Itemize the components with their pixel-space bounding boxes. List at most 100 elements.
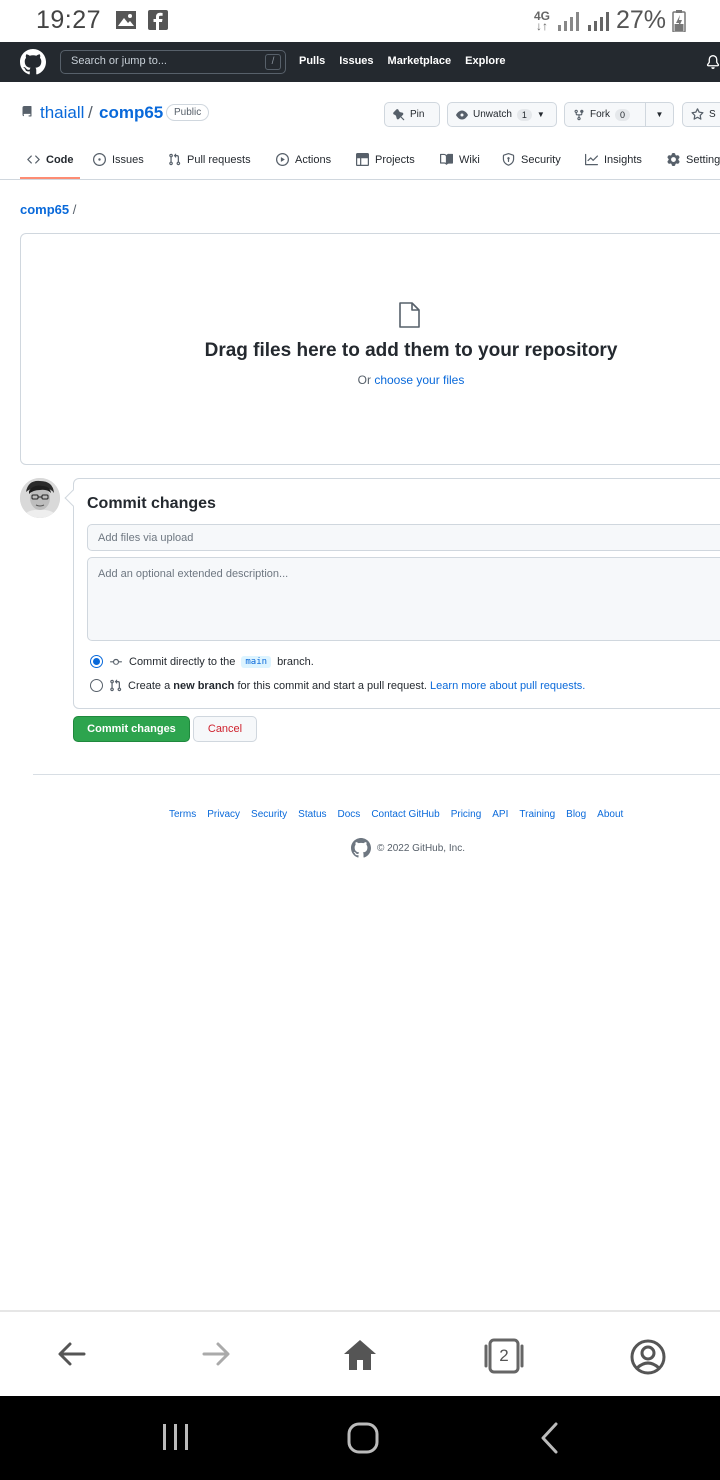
battery-percent: 27% [615,6,666,34]
pin-label: Pin [410,109,425,120]
repo-name-link[interactable]: comp65 [99,103,163,123]
recent-apps-icon[interactable] [160,1422,192,1452]
home-icon[interactable] [342,1338,378,1372]
footer-link-training[interactable]: Training [519,809,555,820]
file-icon [399,302,420,328]
tab-issues[interactable]: Issues [93,153,144,166]
github-header: Search or jump to... / Pulls Issues Mark… [0,42,720,82]
commit-direct-option[interactable]: Commit directly to the main branch. [90,655,314,668]
star-button[interactable]: S [682,102,720,127]
tab-label: Issues [112,153,144,166]
footer-divider [33,774,720,775]
branch-name: main [241,655,272,668]
shield-icon [502,153,515,166]
repo-tabs: Code Issues Pull requests Actions Projec… [0,142,720,180]
pull-request-icon [110,679,122,692]
commit-summary-input[interactable]: Add files via upload [87,524,720,551]
active-tab-indicator [20,177,80,179]
search-shortcut-key: / [265,54,281,70]
new-branch-radio[interactable] [90,679,103,692]
tab-label: Pull requests [187,153,251,166]
footer-link-security[interactable]: Security [251,809,287,820]
drop-zone-prefix: Or [357,373,371,387]
signal-icon-2 [587,11,609,31]
github-logo-icon[interactable] [20,49,46,75]
visibility-badge: Public [166,104,210,121]
nav-issues[interactable]: Issues [339,55,373,67]
github-mark-icon[interactable] [351,838,371,858]
nav-marketplace[interactable]: Marketplace [388,55,452,67]
tab-insights[interactable]: Insights [585,153,642,166]
footer-link-api[interactable]: API [492,809,508,820]
eye-icon [456,110,468,119]
footer-copyright: © 2022 GitHub, Inc. [351,838,465,858]
footer-link-docs[interactable]: Docs [338,809,361,820]
fork-icon [574,109,584,120]
home-button-icon[interactable] [346,1421,380,1455]
gear-icon [667,153,680,166]
commit-description-textarea[interactable]: Add an optional extended description... [87,557,720,641]
tab-wiki[interactable]: Wiki [440,153,480,166]
tab-actions[interactable]: Actions [276,153,331,166]
header-nav: Pulls Issues Marketplace Explore [299,55,506,67]
tab-label: Code [46,153,74,166]
forward-arrow-icon[interactable] [200,1338,232,1370]
table-icon [356,153,369,166]
fork-button[interactable]: Fork 0 [564,102,646,127]
nav-pulls[interactable]: Pulls [299,55,325,67]
repo-owner-link[interactable]: thaiall [40,103,84,123]
tab-label: Actions [295,153,332,166]
footer-link-about[interactable]: About [597,809,623,820]
footer-link-status[interactable]: Status [298,809,326,820]
git-commit-icon [110,658,122,665]
nav-explore[interactable]: Explore [465,55,505,67]
account-icon[interactable] [629,1338,667,1376]
watch-count: 1 [516,108,532,121]
commit-changes-button[interactable]: Commit changes [73,716,190,742]
file-drop-zone[interactable]: Drag files here to add them to your repo… [20,233,720,465]
breadcrumb-separator: / [72,202,77,217]
tab-projects[interactable]: Projects [356,153,415,166]
footer-link-privacy[interactable]: Privacy [207,809,240,820]
new-branch-option[interactable]: Create a new branch for this commit and … [90,679,585,692]
unwatch-label: Unwatch [473,109,512,120]
new-branch-prefix: Create a [128,679,171,692]
tab-code[interactable]: Code [27,153,74,166]
tab-label: Insights [604,153,642,166]
repo-icon [22,106,32,117]
choose-files-link[interactable]: choose your files [374,373,464,387]
new-branch-text: Create a new branch for this commit and … [128,680,585,692]
caret-down-icon: ▼ [655,110,664,119]
unwatch-button[interactable]: Unwatch 1 ▼ [447,102,557,127]
footer-link-blog[interactable]: Blog [566,809,586,820]
fork-dropdown-button[interactable]: ▼ [645,102,674,127]
tab-pull-requests[interactable]: Pull requests [168,153,251,166]
tab-switcher-button[interactable]: 2 [484,1338,524,1374]
commit-direct-radio[interactable] [90,655,103,668]
repo-header: thaiall / comp65 Public Pin Unwatch 1 ▼ … [0,82,720,142]
back-arrow-icon[interactable] [56,1338,88,1370]
status-time: 19:27 [36,6,102,34]
search-input[interactable]: Search or jump to... / [60,50,286,74]
commit-direct-suffix: branch. [277,655,314,668]
drop-zone-title: Drag files here to add them to your repo… [204,340,618,361]
tab-security[interactable]: Security [502,153,561,166]
notification-bell-icon[interactable] [706,54,720,70]
copyright-text: © 2022 GitHub, Inc. [377,842,465,854]
footer-link-contact[interactable]: Contact GitHub [371,809,439,820]
learn-more-pr-link[interactable]: Learn more about pull requests. [430,680,585,692]
avatar [20,478,60,518]
caret-down-icon: ▼ [536,110,545,119]
cancel-button[interactable]: Cancel [193,716,257,742]
tab-label: Security [521,153,561,166]
tab-settings[interactable]: Settings [667,153,720,166]
footer-link-pricing[interactable]: Pricing [451,809,482,820]
battery-charging-icon [672,9,686,32]
status-right: 4G ↓↑ 27% [534,6,686,35]
footer-links: Terms Privacy Security Status Docs Conta… [169,809,623,820]
tab-label: Settings [686,153,720,166]
footer-link-terms[interactable]: Terms [169,809,196,820]
system-back-icon[interactable] [538,1421,562,1455]
breadcrumb-repo-link[interactable]: comp65 [20,202,69,217]
pin-button[interactable]: Pin [384,102,440,127]
